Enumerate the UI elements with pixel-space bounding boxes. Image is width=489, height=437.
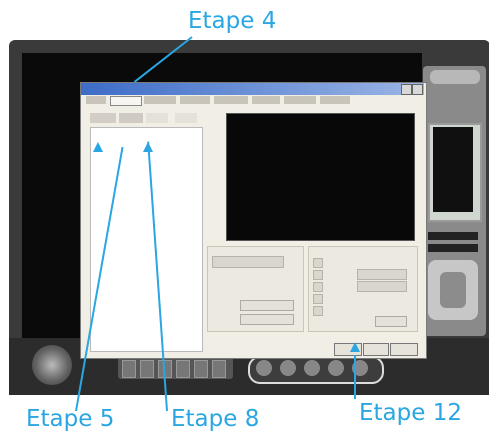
right-panel-slider-1[interactable] <box>428 232 478 240</box>
menu-item-1[interactable] <box>86 96 106 104</box>
stop-icon[interactable] <box>304 360 320 376</box>
annotation-etape12: Etape 12 <box>359 400 462 426</box>
tool-icon-1[interactable] <box>122 360 136 378</box>
tab-1[interactable] <box>90 113 116 123</box>
menu-item-4[interactable] <box>180 96 210 104</box>
checkbox-3[interactable] <box>313 282 323 292</box>
record-icon[interactable] <box>328 360 344 376</box>
apply-button[interactable] <box>390 343 418 356</box>
dialog-menubar <box>84 96 420 106</box>
dialog-titlebar[interactable] <box>81 83 424 95</box>
close-icon[interactable] <box>412 84 423 95</box>
menu-item-8[interactable] <box>320 96 350 104</box>
menu-item-3[interactable] <box>144 96 176 104</box>
settings-field-1[interactable] <box>212 256 284 268</box>
pause-icon[interactable] <box>280 360 296 376</box>
right-panel-header <box>430 70 480 84</box>
select-field-2[interactable] <box>357 281 407 292</box>
annotation-etape5: Etape 5 <box>26 406 115 432</box>
mini-preview-screen <box>433 127 473 212</box>
circle-button-icon[interactable] <box>32 345 72 385</box>
checkbox-1[interactable] <box>313 258 323 268</box>
direction-pad-center-button[interactable] <box>440 272 466 308</box>
right-panel-slider-2[interactable] <box>428 244 478 252</box>
tab-2[interactable] <box>119 113 143 123</box>
menu-item-2[interactable] <box>110 96 142 106</box>
menu-item-5[interactable] <box>214 96 248 104</box>
tool-icon-5[interactable] <box>194 360 208 378</box>
checkbox-4[interactable] <box>313 294 323 304</box>
checkbox-5[interactable] <box>313 306 323 316</box>
play-icon[interactable] <box>256 360 272 376</box>
menu-item-7[interactable] <box>284 96 316 104</box>
tool-icon-6[interactable] <box>212 360 226 378</box>
cancel-button[interactable] <box>363 343 389 356</box>
settings-button-2[interactable] <box>240 314 294 325</box>
checkbox-2[interactable] <box>313 270 323 280</box>
annotation-etape8: Etape 8 <box>171 406 260 432</box>
select-field-1[interactable] <box>357 269 407 280</box>
tab-3[interactable] <box>146 113 168 123</box>
tool-icon-2[interactable] <box>140 360 154 378</box>
settings-button-1[interactable] <box>240 300 294 311</box>
tab-4[interactable] <box>175 113 197 123</box>
tool-icon-4[interactable] <box>176 360 190 378</box>
annotation-etape4: Etape 4 <box>188 8 277 34</box>
video-preview <box>226 113 415 241</box>
minimize-icon[interactable] <box>401 84 412 95</box>
settings-button-3[interactable] <box>375 316 407 327</box>
menu-item-6[interactable] <box>252 96 280 104</box>
